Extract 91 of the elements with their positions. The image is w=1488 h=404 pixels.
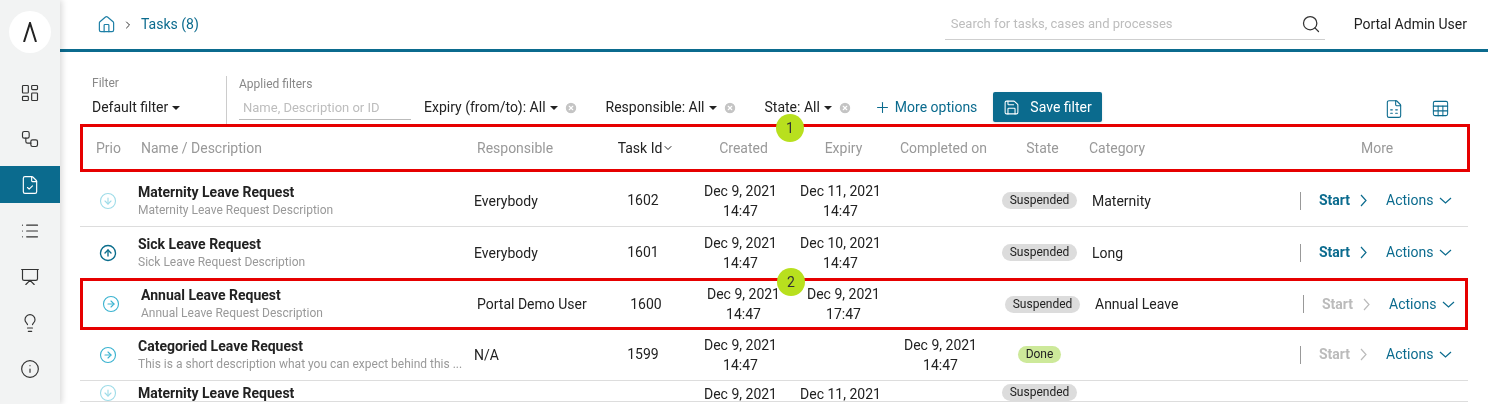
responsible-text: Everybody [474, 192, 538, 209]
time-text: 14:47 [923, 355, 958, 375]
time-text: 17:47 [826, 305, 861, 324]
chevron-down-icon [1439, 249, 1453, 256]
home-icon[interactable] [97, 15, 116, 34]
actions-button[interactable]: Actions [1389, 293, 1456, 315]
dashboard-icon [20, 82, 40, 103]
task-file-icon [20, 174, 40, 195]
sidebar-item[interactable] [0, 166, 60, 203]
task-id: 1602 [627, 191, 659, 210]
table-settings-icon[interactable] [1431, 99, 1450, 118]
actions-button[interactable]: Actions [1386, 190, 1453, 211]
task-name[interactable]: Maternity Leave Request [138, 384, 474, 402]
caret-icon [172, 105, 181, 110]
date-text: Dec 11, 2021 [800, 385, 881, 404]
chevron-right-icon [1363, 297, 1371, 311]
time-text: 14:47 [823, 201, 858, 221]
filter-chip[interactable]: Expiry (from/to): All [424, 97, 558, 118]
caret-icon [708, 105, 717, 110]
chevron-down-icon [1439, 197, 1453, 204]
task-id: 1601 [627, 243, 659, 262]
save-icon [1003, 98, 1021, 116]
spreadsheet-file-icon[interactable] [1384, 98, 1404, 120]
date-text: Dec 9, 2021 [707, 285, 780, 304]
caret-icon [549, 105, 558, 110]
state-badge: Suspended [1001, 192, 1078, 209]
task-description: Maternity Leave Request Description [138, 201, 335, 219]
task-name[interactable]: Annual Leave Request [141, 286, 477, 304]
date-text: Dec 9, 2021 [704, 385, 777, 404]
date-text: Dec 11, 2021 [800, 181, 881, 201]
save-filter-button[interactable]: Save filter [993, 92, 1102, 122]
time-text: 14:47 [726, 305, 761, 324]
category-text: Annual Leave [1095, 296, 1179, 312]
state-badge: Suspended [1001, 384, 1078, 401]
actions-button[interactable]: Actions [1386, 242, 1453, 263]
table-row[interactable]: Maternity Leave Request Maternity Leave Request Description Everybody 1602 Dec 9, 2021 14:47 Dec 11, 2021 14:47 Suspended Maternity Start Actions [80, 175, 1468, 227]
time-text: 14:47 [723, 201, 758, 221]
time-text: 14:47 [723, 253, 758, 273]
category-text: Long [1092, 244, 1124, 261]
date-text: Dec 9, 2021 [704, 335, 777, 355]
filter-label: Filter [92, 75, 120, 92]
logo[interactable] [9, 11, 51, 53]
annotation-marker: 2 [777, 268, 805, 296]
state-badge: Suspended [1004, 295, 1081, 313]
task-id: 1600 [630, 294, 662, 314]
search-field[interactable]: Search for tasks, cases and processes [950, 14, 1301, 34]
time-text: 14:47 [723, 355, 758, 375]
table-row[interactable]: Maternity Leave Request Dec 9, 2021 Dec 11, 2021 Suspended [80, 381, 1468, 402]
date-text: Dec 9, 2021 [904, 335, 977, 355]
responsible-text: Everybody [474, 244, 538, 261]
chevron-right-icon [1360, 194, 1368, 207]
responsible-text: Portal Demo User [477, 296, 587, 312]
state-badge: Done [1017, 346, 1062, 363]
task-id: 1599 [627, 345, 659, 364]
start-button[interactable]: Start [1319, 190, 1368, 211]
category-text: Maternity [1092, 192, 1151, 209]
table-row[interactable]: Categoried Leave Request This is a short description what you can expect behind this ... N/A 1599 Dec 9, 2021 14:47 Dec 9, 2021 14:47 Done Start Actions [80, 329, 1468, 381]
annotation-marker: 1 [776, 114, 804, 142]
task-description: This is a short description what you can expect behind this ... [138, 355, 464, 373]
time-text: 14:47 [823, 253, 858, 273]
info-icon [20, 358, 40, 379]
date-text: Dec 10, 2021 [800, 233, 881, 253]
workflow-icon [20, 128, 40, 149]
date-text: Dec 9, 2021 [807, 285, 880, 304]
task-description: Annual Leave Request Description [141, 305, 324, 322]
filter-chip[interactable]: Responsible: All [605, 97, 717, 118]
responsible-text: N/A [474, 346, 499, 363]
task-name[interactable]: Categoried Leave Request [138, 336, 474, 355]
actions-button[interactable]: Actions [1386, 344, 1453, 365]
date-text: Dec 9, 2021 [704, 233, 777, 253]
task-name[interactable]: Maternity Leave Request [138, 182, 474, 201]
user-name[interactable]: Portal Admin User [1353, 14, 1467, 35]
chevron-right-icon [1360, 348, 1368, 361]
filter-dropdown[interactable]: Default filter [92, 97, 226, 118]
search-icon[interactable] [1300, 14, 1321, 34]
task-name[interactable]: Sick Leave Request [138, 234, 474, 253]
caret-icon [823, 105, 832, 110]
chevron-down-icon [1442, 300, 1456, 308]
logo-icon [23, 22, 37, 42]
breadcrumb-link[interactable]: Tasks (8) [141, 14, 199, 35]
chevron-down-icon [1439, 351, 1453, 358]
chart-board-icon [20, 266, 40, 287]
chevron-right-icon [1360, 246, 1368, 259]
date-text: Dec 9, 2021 [704, 181, 777, 201]
filter-input[interactable]: Name, Description or ID [239, 96, 411, 120]
more-options-link[interactable]: More options [873, 97, 978, 118]
state-badge: Suspended [1001, 244, 1078, 261]
applied-filters-label: Applied filters [239, 76, 314, 93]
task-description: Sick Leave Request Description [138, 253, 307, 271]
column-header[interactable]: Task Id [617, 137, 675, 159]
start-button[interactable]: Start [1319, 242, 1368, 263]
